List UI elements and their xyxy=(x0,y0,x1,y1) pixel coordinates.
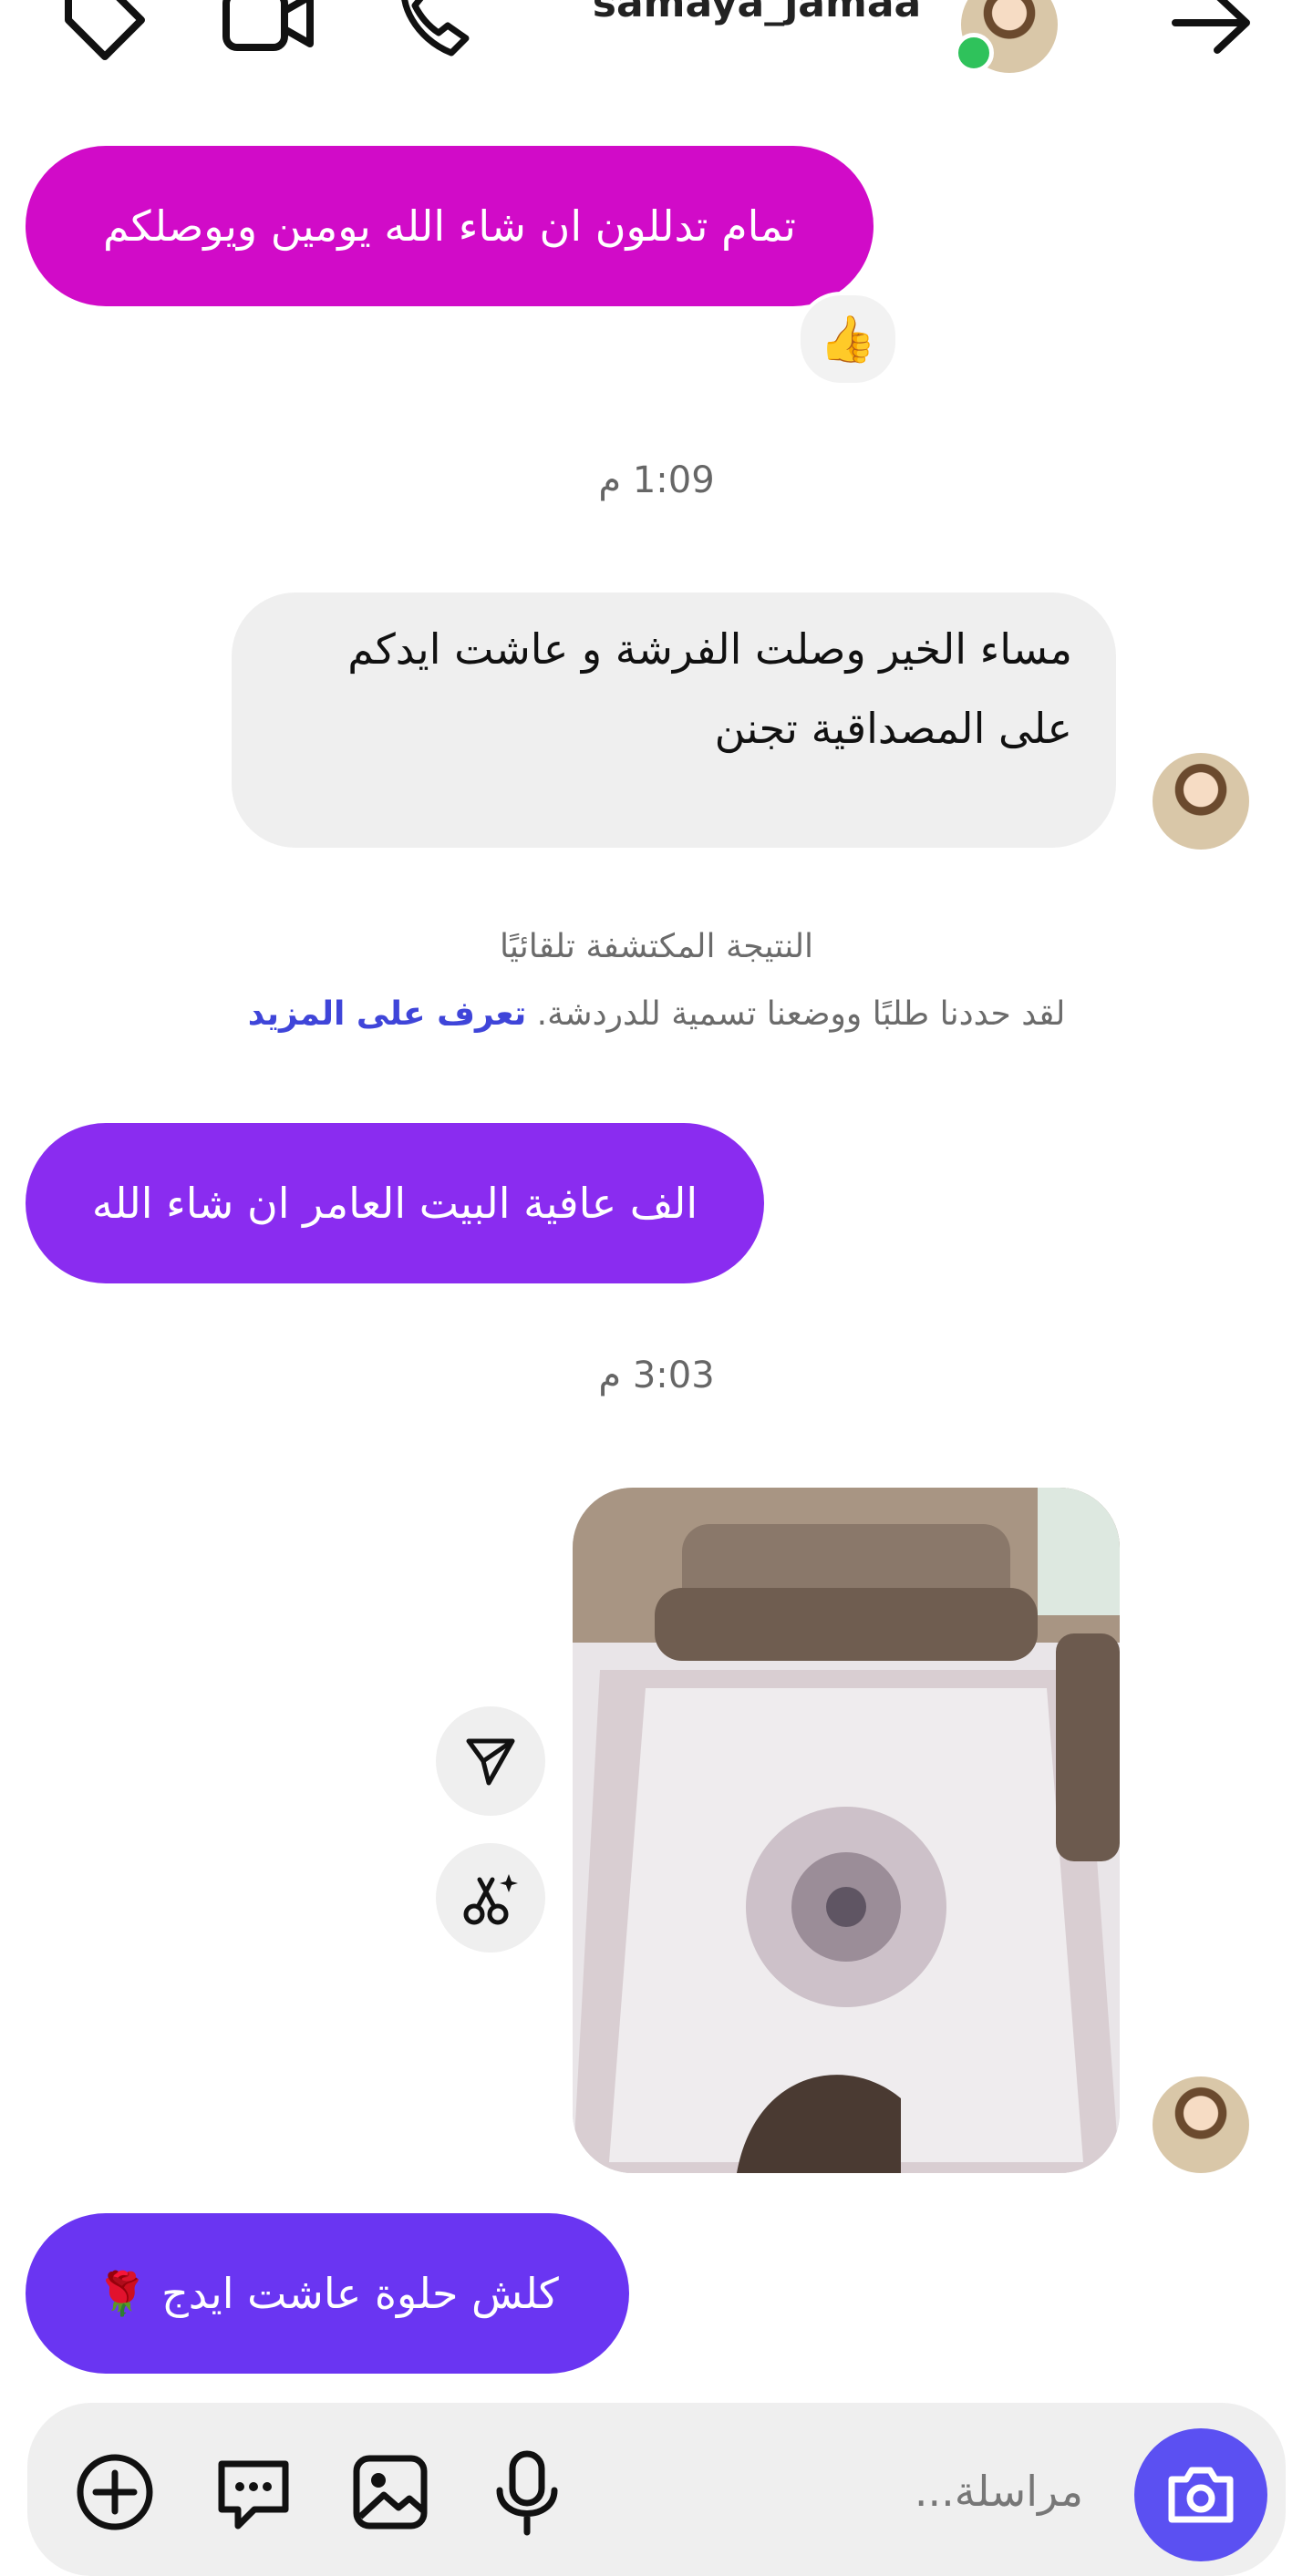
scissors-sparkle-icon xyxy=(463,1874,518,1925)
timestamp: 3:03 م xyxy=(598,1355,715,1396)
message-text: الف عافية البيت العامر ان شاء الله xyxy=(91,1178,698,1228)
add-icon[interactable] xyxy=(69,2447,160,2538)
outgoing-message[interactable]: كلش حلوة عاشت ايدج 🌹 xyxy=(26,2213,629,2374)
tag-icon[interactable] xyxy=(55,0,155,64)
outgoing-message[interactable]: تمام تدللون ان شاء الله يومين ويوصلكم xyxy=(26,146,874,306)
message-line: على المصداقية تجنن xyxy=(714,704,1072,753)
outgoing-message[interactable]: الف عافية البيت العامر ان شاء الله xyxy=(26,1123,764,1283)
reaction-badge[interactable]: 👍 xyxy=(797,292,899,386)
photo-illustration xyxy=(573,1488,1120,2173)
message-line: مساء الخير وصلت الفرشة و عاشت ايدكم xyxy=(347,624,1072,674)
back-arrow-icon[interactable] xyxy=(1162,0,1262,64)
timestamp: 1:09 م xyxy=(598,459,715,501)
send-icon xyxy=(466,1738,515,1786)
carpet-photo[interactable] xyxy=(573,1488,1120,2173)
camera-icon xyxy=(1168,2467,1234,2523)
auto-detected-notice: لقد حددنا طلبًا ووضعنا تسمية للدردشة. تع… xyxy=(0,995,1313,1033)
auto-detected-title: النتيجة المكتشفة تلقائيًا xyxy=(499,928,814,965)
microphone-icon[interactable] xyxy=(481,2447,573,2538)
ai-edit-button[interactable] xyxy=(436,1843,545,1953)
gallery-icon[interactable] xyxy=(345,2447,436,2538)
incoming-message[interactable]: مساء الخير وصلت الفرشة و عاشت ايدكم على … xyxy=(232,592,1116,848)
forward-button[interactable] xyxy=(436,1706,545,1816)
chat-username[interactable]: samaya_jamaa xyxy=(565,0,948,26)
online-status-dot xyxy=(954,33,994,73)
message-text: تمام تدللون ان شاء الله يومين ويوصلكم xyxy=(103,201,796,251)
learn-more-link[interactable]: تعرف على المزيد xyxy=(248,995,527,1033)
phone-icon[interactable] xyxy=(383,0,483,64)
notice-text: لقد حددنا طلبًا ووضعنا تسمية للدردشة. xyxy=(536,995,1066,1033)
sticker-icon[interactable] xyxy=(208,2447,299,2538)
camera-button[interactable] xyxy=(1134,2428,1267,2561)
sender-avatar[interactable] xyxy=(1153,753,1249,850)
message-input[interactable] xyxy=(698,2454,1085,2529)
sender-avatar[interactable] xyxy=(1153,2076,1249,2173)
message-text: كلش حلوة عاشت ايدج 🌹 xyxy=(96,2268,559,2318)
thumbs-up-icon: 👍 xyxy=(819,312,877,366)
video-call-icon[interactable] xyxy=(219,0,319,64)
